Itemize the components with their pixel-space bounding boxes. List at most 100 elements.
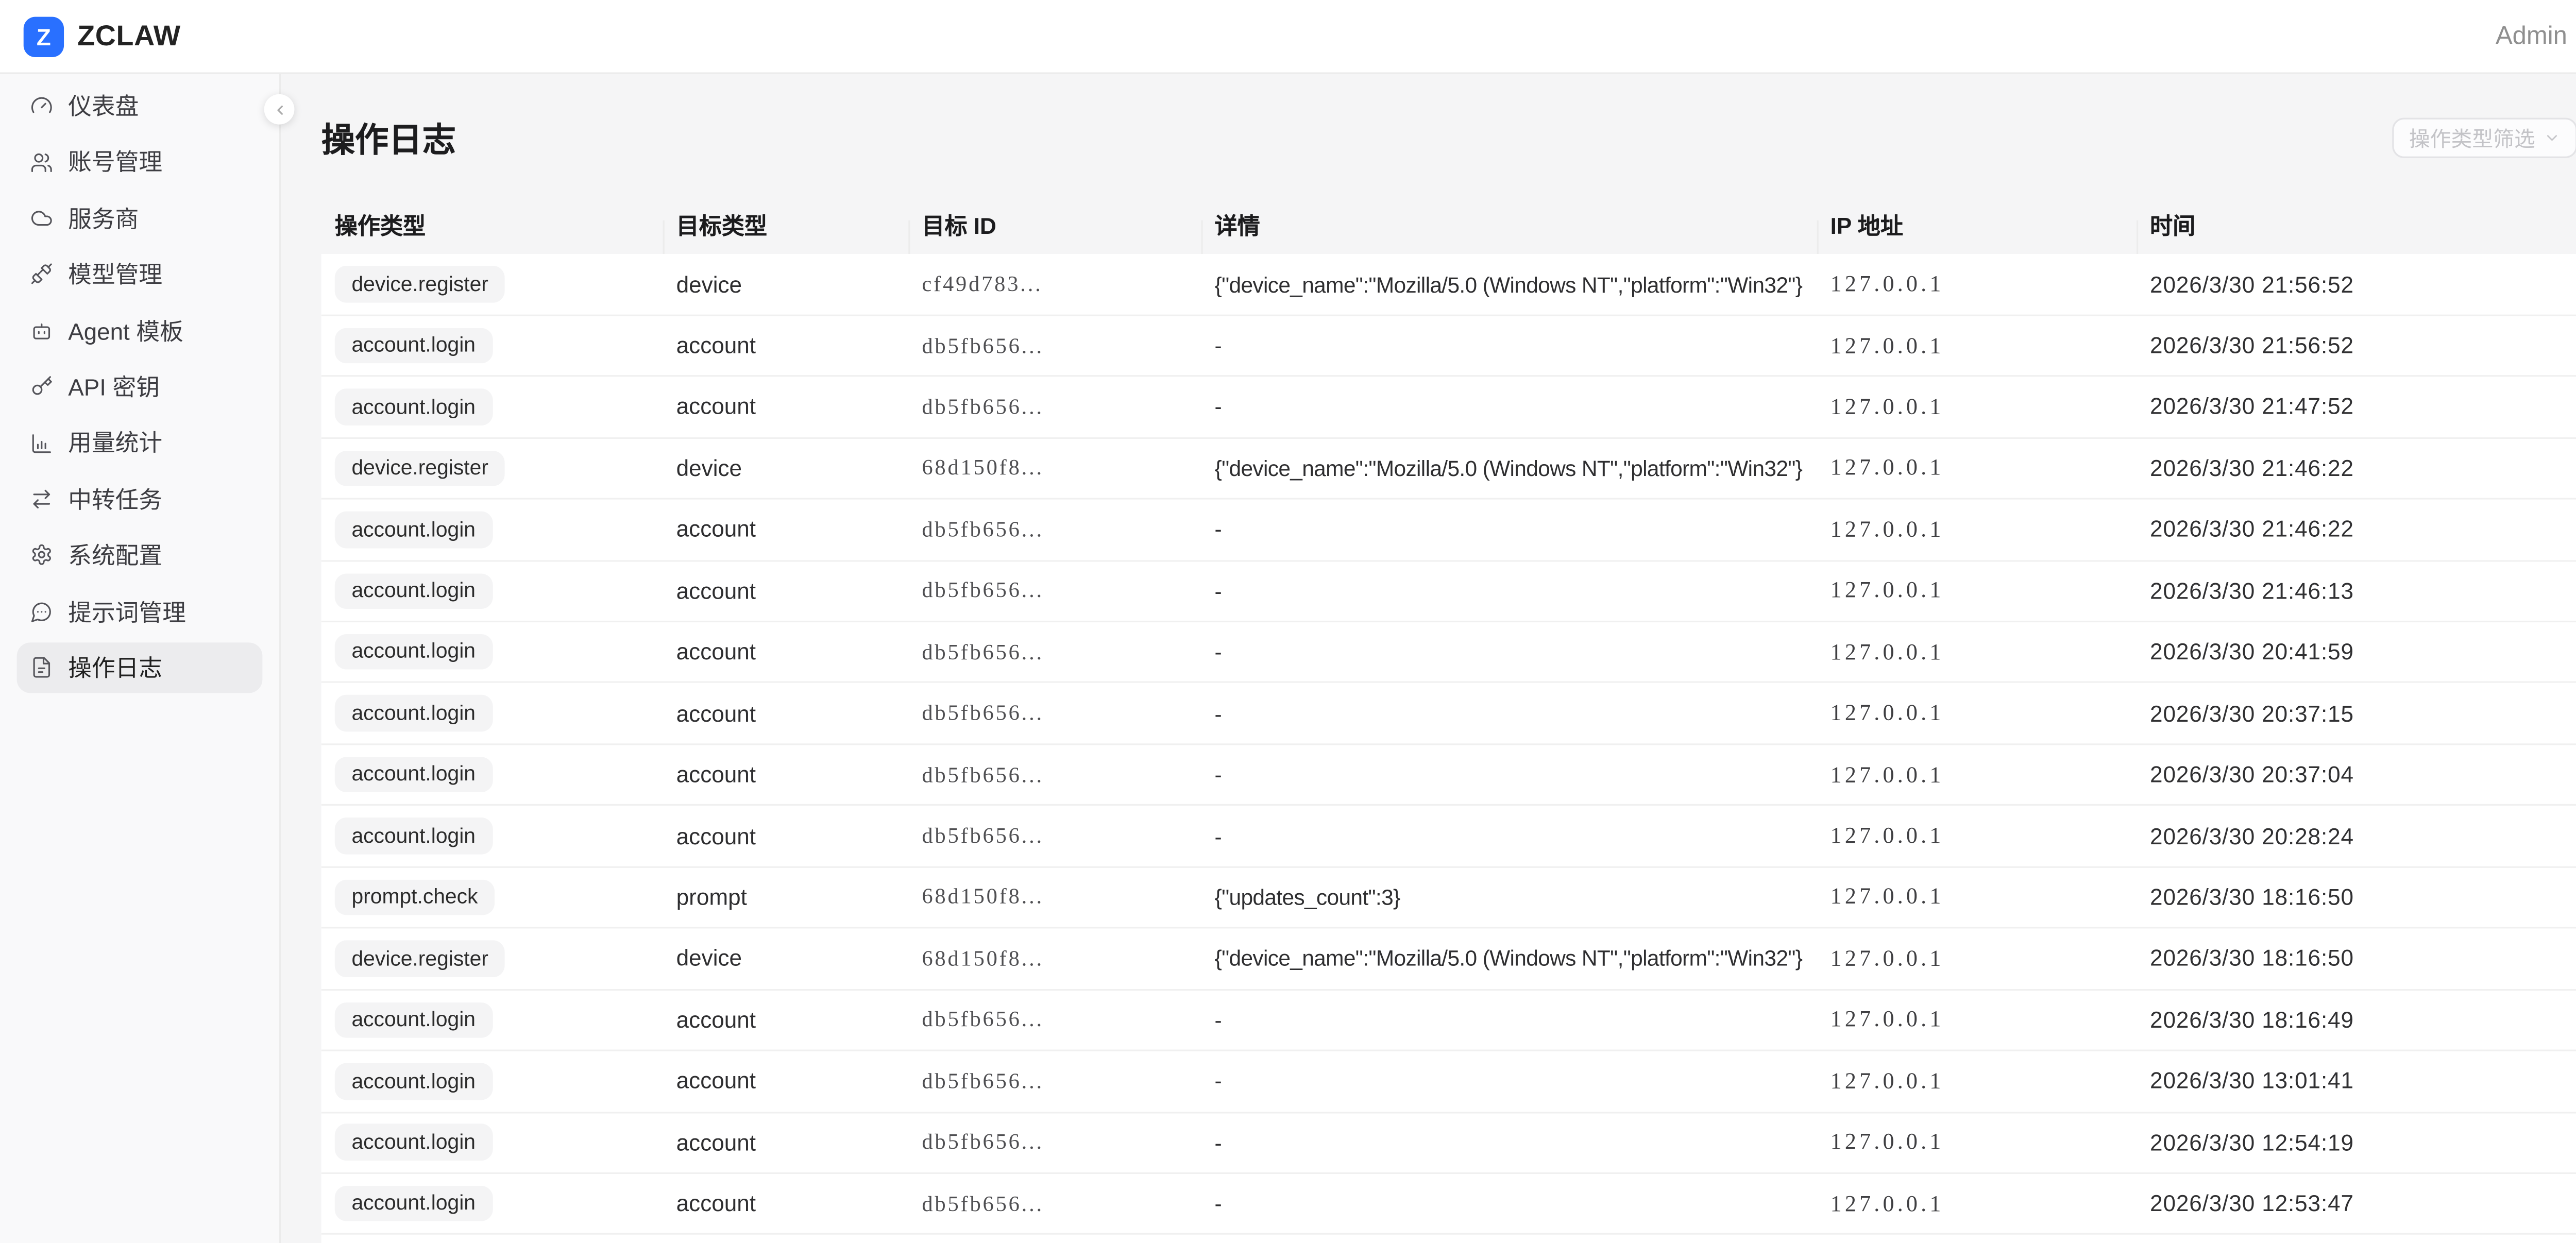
cell-detail: -: [1201, 824, 1817, 849]
action-type-tag: account.login: [335, 573, 493, 609]
cell-action-type: device.register: [321, 941, 663, 977]
table-row: device.registerdevice68d150f8...{"device…: [321, 929, 2576, 990]
action-type-tag: account.login: [335, 1002, 493, 1038]
main-content: 操作日志 操作类型筛选 操作类型目标类型目标 ID详情IP 地址时间 devic…: [281, 74, 2576, 1243]
table-row: account.loginaccountdb5fb656...-127.0.0.…: [321, 377, 2576, 438]
cell-ip: 127.0.0.1: [1817, 823, 2137, 849]
sidebar-item-prompts[interactable]: 提示词管理: [17, 586, 263, 637]
sidebar-item-dashboard[interactable]: 仪表盘: [17, 81, 263, 131]
cell-action-type: account.login: [321, 328, 663, 364]
cell-ip: 127.0.0.1: [1817, 394, 2137, 420]
cell-time: 2026/3/30 13:01:41: [2137, 1068, 2576, 1094]
cell-target-id: db5fb656...: [908, 394, 1201, 420]
action-type-tag: account.login: [335, 389, 493, 425]
action-type-tag: account.login: [335, 1063, 493, 1099]
table-row: account.loginaccountdb5fb656...-127.0.0.…: [321, 1113, 2576, 1174]
sidebar-item-label: 提示词管理: [68, 594, 186, 628]
cell-action-type: account.login: [321, 573, 663, 609]
cell-detail: {"device_name":"Mozilla/5.0 (Windows NT"…: [1201, 272, 1817, 297]
cell-target-type: account: [663, 395, 909, 420]
table-header-row: 操作类型目标类型目标 ID详情IP 地址时间: [321, 194, 2576, 255]
sidebar-item-label: 账号管理: [68, 145, 162, 179]
sidebar-item-models[interactable]: 模型管理: [17, 249, 263, 300]
sidebar-item-label: 服务商: [68, 201, 139, 235]
brand-name: ZCLAW: [77, 20, 181, 53]
cell-target-type: account: [663, 578, 909, 604]
sidebar-item-label: 用量统计: [68, 426, 162, 459]
sidebar-collapse-button[interactable]: [264, 94, 295, 125]
action-type-tag: account.login: [335, 634, 493, 670]
cell-time: 2026/3/30 21:46:22: [2137, 517, 2576, 542]
cell-ip: 127.0.0.1: [1817, 577, 2137, 604]
cell-target-id: db5fb656...: [908, 577, 1201, 604]
cell-target-id: db5fb656...: [908, 823, 1201, 849]
cell-time: 2026/3/30 21:46:13: [2137, 578, 2576, 604]
cell-ip: 127.0.0.1: [1817, 639, 2137, 666]
action-type-tag: device.register: [335, 941, 505, 977]
sidebar-item-system-config[interactable]: 系统配置: [17, 530, 263, 581]
cell-action-type: prompt.check: [321, 879, 663, 915]
cell-target-type: account: [663, 701, 909, 726]
sidebar-item-label: 操作日志: [68, 651, 162, 684]
cell-target-type: device: [663, 456, 909, 481]
action-type-tag: prompt.check: [335, 879, 495, 915]
sidebar-item-operation-logs[interactable]: 操作日志: [17, 642, 263, 693]
cell-detail: {"device_name":"Mozilla/5.0 (Windows NT"…: [1201, 456, 1817, 481]
sidebar-item-label: API 密钥: [68, 370, 160, 403]
cell-detail: -: [1201, 762, 1817, 788]
page-title: 操作日志: [321, 113, 456, 162]
table-body: device.registerdevicecf49d783...{"device…: [321, 254, 2576, 1243]
cell-target-id: db5fb656...: [908, 516, 1201, 543]
sidebar-item-label: 中转任务: [68, 482, 162, 516]
action-type-tag: account.login: [335, 1125, 493, 1161]
cell-detail: -: [1201, 578, 1817, 604]
cell-time: 2026/3/30 21:56:52: [2137, 333, 2576, 359]
file-text-icon: [30, 656, 53, 679]
column-header-1: 目标类型: [663, 207, 909, 241]
gear-icon: [30, 544, 53, 567]
action-type-tag: account.login: [335, 512, 493, 548]
sidebar-item-accounts[interactable]: 账号管理: [17, 137, 263, 188]
column-header-0: 操作类型: [321, 207, 663, 241]
cell-ip: 127.0.0.1: [1817, 1129, 2137, 1156]
sidebar-item-api-keys[interactable]: API 密钥: [17, 362, 263, 412]
users-icon: [30, 151, 53, 174]
cell-action-type: account.login: [321, 1125, 663, 1161]
sidebar-item-agent-templates[interactable]: Agent 模板: [17, 305, 263, 356]
sidebar-item-providers[interactable]: 服务商: [17, 193, 263, 244]
cell-action-type: account.login: [321, 695, 663, 731]
action-type-tag: device.register: [335, 266, 505, 302]
cell-detail: -: [1201, 701, 1817, 726]
cell-ip: 127.0.0.1: [1817, 945, 2137, 972]
table-row: account.loginaccountdb5fb656...-127.0.0.…: [321, 684, 2576, 745]
title-row: 操作日志 操作类型筛选: [321, 113, 2576, 162]
action-type-filter-select[interactable]: 操作类型筛选: [2392, 117, 2576, 157]
sidebar-item-label: 模型管理: [68, 258, 162, 291]
cell-target-type: account: [663, 517, 909, 542]
cell-ip: 127.0.0.1: [1817, 271, 2137, 298]
cell-time: 2026/3/30 20:37:04: [2137, 762, 2576, 788]
table-row: device.register device68d150f8...{"device…: [321, 438, 2576, 500]
plug-icon: [30, 263, 53, 286]
cell-target-type: prompt: [663, 885, 909, 910]
sidebar-item-usage-stats[interactable]: 用量统计: [17, 418, 263, 468]
cell-ip: 127.0.0.1: [1817, 455, 2137, 482]
cell-target-id: 68d150f8...: [908, 945, 1201, 972]
sidebar-item-relay-tasks[interactable]: 中转任务: [17, 474, 263, 524]
cell-action-type: device.register: [321, 450, 663, 486]
cell-target-type: account: [663, 640, 909, 665]
user-menu[interactable]: Admin: [2496, 22, 2567, 50]
cell-target-type: account: [663, 1130, 909, 1155]
gauge-icon: [30, 95, 53, 117]
cell-detail: -: [1201, 1007, 1817, 1032]
table-row: device.registerdevicecf49d783...{"device…: [321, 254, 2576, 316]
table-row: account.loginaccountdb5fb656...-127.0.0.…: [321, 806, 2576, 867]
cell-target-id: 68d150f8...: [908, 455, 1201, 482]
action-type-tag: device.register: [335, 450, 505, 486]
cell-ip: 127.0.0.1: [1817, 884, 2137, 911]
action-type-tag: account.login: [335, 757, 493, 793]
action-type-tag: account.login: [335, 818, 493, 854]
cell-target-type: device: [663, 272, 909, 297]
cell-target-id: 68d150f8...: [908, 884, 1201, 911]
cell-target-type: account: [663, 333, 909, 359]
